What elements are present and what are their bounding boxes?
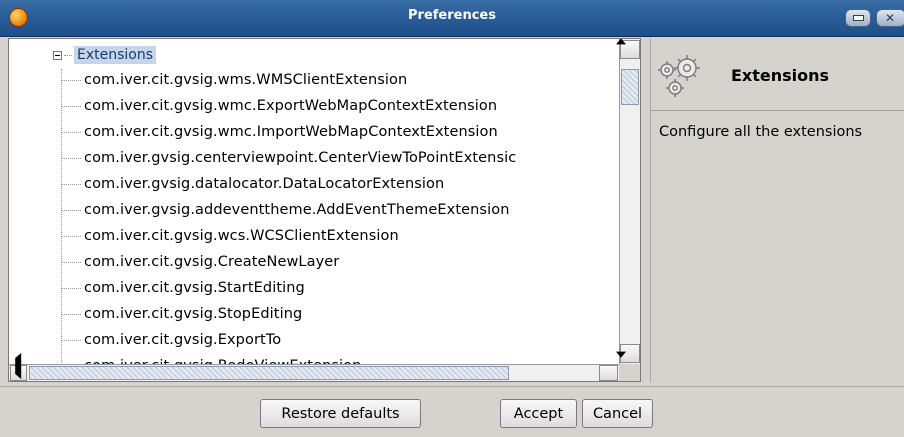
tree-node-label[interactable]: com.iver.gvsig.datalocator.DataLocatorEx… <box>84 176 444 192</box>
tree-node[interactable]: com.iver.cit.gvsig.StopEditing <box>61 301 302 327</box>
title-bar: Preferences ✕ <box>0 0 904 37</box>
vertical-scroll-thumb[interactable] <box>621 69 639 105</box>
button-bar: Restore defaults Accept Cancel <box>0 386 904 437</box>
arrow-left-icon <box>9 353 22 379</box>
details-panel: Extensions Configure all the extensions <box>650 38 904 382</box>
minimize-button[interactable] <box>845 9 871 27</box>
tree-node[interactable]: com.iver.cit.gvsig.wms.WMSClientExtensio… <box>61 67 407 93</box>
tree-node[interactable]: com.iver.cit.gvsig.StartEditing <box>61 275 305 301</box>
tree-node[interactable]: com.iver.cit.gvsig.ExportTo <box>61 327 281 353</box>
tree-node[interactable]: com.iver.cit.gvsig.wmc.ImportWebMapConte… <box>61 119 498 145</box>
horizontal-scroll-thumb[interactable] <box>29 366 509 380</box>
tree-node-label[interactable]: com.iver.cit.gvsig.wmc.ExportWebMapConte… <box>84 98 497 114</box>
arrow-down-icon <box>616 351 626 358</box>
scroll-down-button[interactable] <box>616 344 640 363</box>
horizontal-scrollbar[interactable] <box>9 353 640 381</box>
tree-node[interactable]: com.iver.cit.gvsig.RedoViewExtension <box>61 353 361 364</box>
scroll-up-button[interactable] <box>616 39 640 59</box>
panel-title: Extensions <box>731 66 830 85</box>
restore-defaults-button[interactable]: Restore defaults <box>260 399 421 428</box>
tree-node[interactable]: com.iver.gvsig.addeventtheme.AddEventThe… <box>61 197 509 223</box>
panel-description: Configure all the extensions <box>659 124 863 140</box>
tree-node-label[interactable]: com.iver.cit.gvsig.ExportTo <box>84 332 281 348</box>
tree-node-extensions[interactable]: Extensions <box>53 45 157 65</box>
arrow-up-icon <box>616 39 626 45</box>
collapse-icon[interactable] <box>53 50 62 60</box>
panel-header: Extensions <box>651 38 904 111</box>
scroll-corner <box>619 364 640 381</box>
tree-node-label[interactable]: com.iver.cit.gvsig.CreateNewLayer <box>84 254 339 270</box>
tree-node-label[interactable]: com.iver.cit.gvsig.wcs.WCSClientExtensio… <box>84 228 399 244</box>
tree-node[interactable]: com.iver.cit.gvsig.wcs.WCSClientExtensio… <box>61 223 399 249</box>
tree-node-label[interactable]: com.iver.cit.gvsig.StopEditing <box>84 306 302 322</box>
tree-node[interactable]: com.iver.cit.gvsig.wmc.ExportWebMapConte… <box>61 93 497 119</box>
tree-node-label[interactable]: com.iver.cit.gvsig.wmc.ImportWebMapConte… <box>84 124 498 140</box>
tree-viewport: Extensions com.iver.cit.gvsig.wms.WMSCli… <box>9 39 619 364</box>
tree-node-label[interactable]: com.iver.gvsig.centerviewpoint.CenterVie… <box>84 150 516 166</box>
tree-node-label[interactable]: com.iver.cit.gvsig.StartEditing <box>84 280 305 296</box>
gears-icon <box>658 55 700 97</box>
window-title: Preferences <box>408 8 496 23</box>
close-icon: ✕ <box>885 11 896 25</box>
minimize-icon <box>853 15 864 21</box>
tree-node[interactable]: com.iver.cit.gvsig.CreateNewLayer <box>61 249 339 275</box>
accept-button[interactable]: Accept <box>500 399 577 428</box>
close-button[interactable]: ✕ <box>876 9 904 27</box>
tree-node[interactable]: com.iver.gvsig.datalocator.DataLocatorEx… <box>61 171 444 197</box>
tree-node[interactable]: com.iver.gvsig.centerviewpoint.CenterVie… <box>61 145 516 171</box>
scroll-left-button[interactable] <box>10 353 27 381</box>
vertical-scrollbar[interactable] <box>616 39 640 364</box>
preferences-tree[interactable]: Extensions com.iver.cit.gvsig.wms.WMSCli… <box>8 38 641 382</box>
scroll-right-button[interactable] <box>599 365 618 381</box>
tree-node-label[interactable]: Extensions <box>74 46 157 64</box>
tree-node-label[interactable]: com.iver.gvsig.addeventtheme.AddEventThe… <box>84 202 509 218</box>
tree-node-label[interactable]: com.iver.cit.gvsig.wms.WMSClientExtensio… <box>84 72 407 88</box>
cancel-button[interactable]: Cancel <box>582 399 653 428</box>
